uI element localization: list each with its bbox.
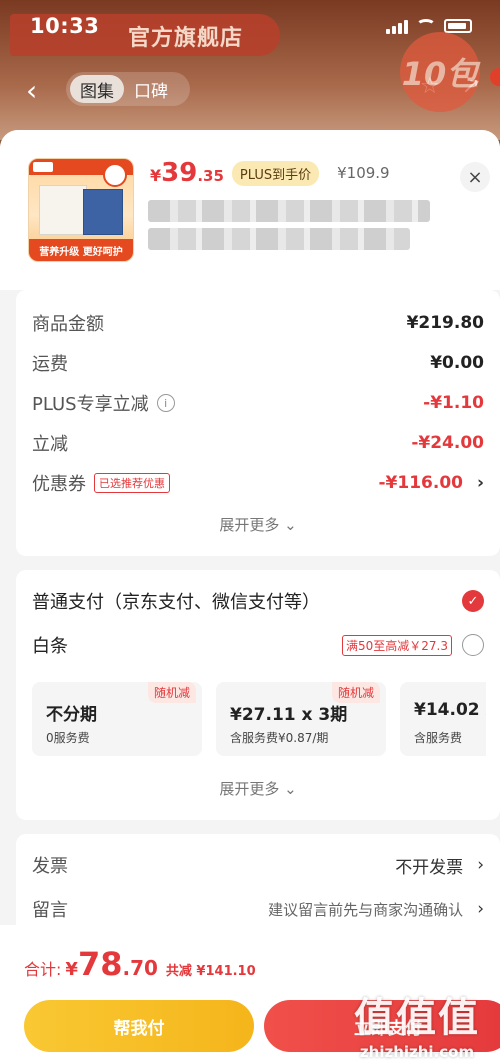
product-carton-image <box>83 189 123 235</box>
thumb-footer-text: 营养升级 更好呵护 <box>29 239 133 261</box>
plan-6-installments[interactable]: ¥14.02 x 含服务费 <box>400 682 486 756</box>
payment-methods: 普通支付（京东支付、微信支付等） ✓ 白条 满50至高减￥27.3 随机减 不分… <box>16 570 500 820</box>
close-icon: × <box>467 166 483 188</box>
tab-gallery[interactable]: 图集 <box>70 75 124 103</box>
product-spec-blurred <box>148 228 410 250</box>
help-pay-button[interactable]: 帮我付 <box>24 1000 254 1052</box>
back-icon[interactable]: ‹ <box>26 74 37 107</box>
plan-3-installments[interactable]: 随机减 ¥27.11 x 3期 含服务费¥0.87/期 <box>216 682 386 756</box>
battery-icon <box>444 19 472 33</box>
row-goods-amount: 商品金额 ¥219.80 <box>32 313 484 335</box>
checked-radio-icon[interactable]: ✓ <box>462 590 484 612</box>
brand-logo-icon <box>33 162 53 172</box>
coupon-recommended-tag: 已选推荐优惠 <box>94 473 170 493</box>
plus-price-tag: PLUS到手价 <box>231 160 320 186</box>
site-watermark: 值值值 zhizhizhi.com <box>354 995 480 1061</box>
product-summary: 营养升级 更好呵护 ¥39.35 PLUS到手价 ¥109.9 × <box>0 130 500 290</box>
row-shipping: 运费 ¥0.00 <box>32 353 484 375</box>
chevron-right-icon: › <box>477 899 484 919</box>
expand-more-payment[interactable]: 展开更多 ⌄ <box>16 778 500 799</box>
total-savings: 共减 ¥141.10 <box>165 964 256 979</box>
checkout-footer: 合计: ¥ 78 .70 共减 ¥141.10 帮我付 立即支付 值值值 zhi… <box>0 925 500 1063</box>
wifi-icon <box>416 19 436 33</box>
price-row: ¥39.35 PLUS到手价 ¥109.9 <box>150 158 390 188</box>
thumb-badge-icon <box>103 163 127 187</box>
row-instant-discount: 立减 -¥24.00 <box>32 433 484 455</box>
info-icon[interactable]: i <box>156 394 175 412</box>
row-coupon[interactable]: 优惠券 已选推荐优惠 -¥116.00 › <box>32 468 484 498</box>
checkout-sheet: 营养升级 更好呵护 ¥39.35 PLUS到手价 ¥109.9 × 商品金额 ¥… <box>0 130 500 1063</box>
expand-more-amounts[interactable]: 展开更多 ⌄ <box>16 514 500 535</box>
payment-normal[interactable]: 普通支付（京东支付、微信支付等） ✓ <box>32 586 484 616</box>
row-plus-discount: PLUS专享立减 i -¥1.10 <box>32 393 484 415</box>
note-row[interactable]: 留言 建议留言前先与商家沟通确认 › <box>32 894 484 924</box>
status-icons <box>386 18 472 34</box>
amount-breakdown: 商品金额 ¥219.80 运费 ¥0.00 PLUS专享立减 i -¥1.10 立… <box>16 290 500 556</box>
payment-baitiao[interactable]: 白条 满50至高减￥27.3 <box>32 630 484 660</box>
plus-price: ¥39.35 <box>150 158 224 188</box>
signal-icon <box>386 18 408 34</box>
chevron-right-icon: › <box>477 855 484 875</box>
unchecked-radio-icon[interactable] <box>462 634 484 656</box>
product-badge: 10包 <box>400 32 480 112</box>
invoice-row[interactable]: 发票 不开发票 › <box>32 850 484 880</box>
gallery-tabs: 图集 口碑 <box>66 72 190 106</box>
tab-reviews[interactable]: 口碑 <box>124 75 178 103</box>
installment-plans: 随机减 不分期 0服务费 随机减 ¥27.11 x 3期 含服务费¥0.87/期… <box>32 682 486 758</box>
order-total: 合计: ¥ 78 .70 共减 ¥141.10 <box>24 945 256 983</box>
product-title-blurred <box>148 200 430 222</box>
plan-no-installment[interactable]: 随机减 不分期 0服务费 <box>32 682 202 756</box>
status-time: 10:33 <box>30 14 100 38</box>
product-box-image <box>39 185 87 235</box>
close-button[interactable]: × <box>460 162 490 192</box>
chevron-right-icon: › <box>476 473 484 493</box>
original-price: ¥109.9 <box>337 164 390 182</box>
product-thumbnail: 营养升级 更好呵护 <box>28 158 134 262</box>
baitiao-promo-tag: 满50至高减￥27.3 <box>342 634 452 656</box>
